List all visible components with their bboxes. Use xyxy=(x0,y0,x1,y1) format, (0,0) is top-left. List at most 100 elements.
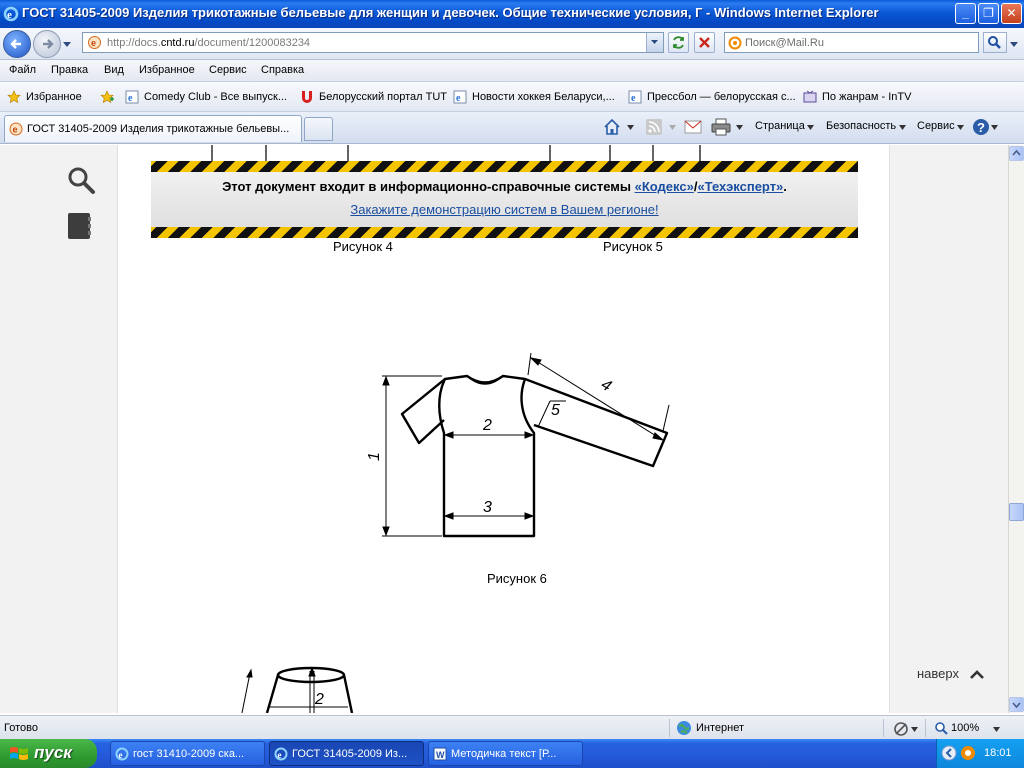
favorite-link[interactable]: e Comedy Club - Все выпуск... xyxy=(125,90,290,106)
search-icon[interactable] xyxy=(66,165,96,195)
figure-6-shirt-drawing: 1 2 3 4 5 xyxy=(366,352,670,538)
zoom-icon[interactable] xyxy=(934,721,948,735)
menu-favorites[interactable]: Избранное xyxy=(139,64,195,76)
chevron-down-icon[interactable] xyxy=(669,124,676,131)
kodeks-link[interactable]: «Кодекс» xyxy=(635,179,694,194)
favorite-link[interactable]: e Прессбол — белорусская с... xyxy=(628,90,800,106)
taskbar-button[interactable]: e гост 31410-2009 ска... xyxy=(110,741,265,766)
search-input[interactable]: Поиск@Mail.Ru xyxy=(724,32,979,53)
ie-logo-icon: e xyxy=(3,6,19,22)
address-bar[interactable]: e http://docs.cntd.ru/document/120008323… xyxy=(82,32,664,53)
favorite-link[interactable]: e Новости хоккея Беларуси,... xyxy=(453,90,625,106)
ie-page-icon: e xyxy=(628,90,642,104)
menu-edit[interactable]: Правка xyxy=(51,64,88,76)
page-content: Этот документ входит в информационно-спр… xyxy=(0,145,1008,713)
ie-page-icon: e xyxy=(125,90,139,104)
chevron-down-icon[interactable] xyxy=(627,124,634,131)
antivirus-icon[interactable] xyxy=(960,745,976,761)
dimension-label: 2 xyxy=(482,417,492,434)
document-icon[interactable] xyxy=(66,211,94,241)
figure-caption: Рисунок 5 xyxy=(603,239,663,254)
svg-text:e: e xyxy=(128,93,133,104)
zoom-level[interactable]: 100% xyxy=(951,722,979,734)
divider xyxy=(883,719,884,737)
add-favorite-button[interactable] xyxy=(100,90,122,106)
dimension-label: 4 xyxy=(598,376,614,395)
hazard-stripe xyxy=(151,161,858,172)
tray-collapse-icon[interactable] xyxy=(941,745,957,761)
arrow-down-icon xyxy=(1012,702,1021,709)
search-options-icon[interactable] xyxy=(1010,40,1018,48)
refresh-button[interactable] xyxy=(668,32,689,53)
chevron-up-icon xyxy=(970,670,984,679)
vertical-scrollbar[interactable] xyxy=(1008,145,1024,713)
page-menu-button[interactable]: Страница xyxy=(755,120,805,132)
menu-help[interactable]: Справка xyxy=(261,64,304,76)
taskbar-button[interactable]: W Методичка текст [Р... xyxy=(428,741,583,766)
window-titlebar[interactable]: e ГОСТ 31405-2009 Изделия трикотажные бе… xyxy=(0,0,1024,28)
menu-bar: Файл Правка Вид Избранное Сервис Справка xyxy=(0,60,1024,82)
home-icon[interactable] xyxy=(603,118,621,136)
menu-file[interactable]: Файл xyxy=(9,64,36,76)
mail-icon[interactable] xyxy=(684,119,702,135)
svg-text:e: e xyxy=(278,750,282,760)
favorite-link[interactable]: Белорусский портал TUT xyxy=(300,90,450,106)
favorite-link[interactable]: По жанрам - InTV xyxy=(803,90,923,106)
tools-menu-button[interactable]: Сервис xyxy=(917,120,955,132)
stop-icon xyxy=(699,37,710,48)
security-zone: Интернет xyxy=(696,722,744,734)
demo-order-link[interactable]: Закажите демонстрацию систем в Вашем рег… xyxy=(151,202,858,217)
figure-caption: Рисунок 4 xyxy=(333,239,393,254)
minimize-button[interactable]: _ xyxy=(955,3,976,24)
chevron-down-icon[interactable] xyxy=(991,124,998,131)
tab-active[interactable]: e ГОСТ 31405-2009 Изделия трикотажные бе… xyxy=(4,115,302,142)
svg-text:e: e xyxy=(119,750,123,760)
chevron-down-icon xyxy=(651,40,658,44)
address-dropdown-button[interactable] xyxy=(646,33,663,52)
address-url[interactable]: http://docs.cntd.ru/document/1200083234 xyxy=(107,37,310,49)
search-placeholder: Поиск@Mail.Ru xyxy=(745,37,824,49)
svg-text:e: e xyxy=(456,93,461,104)
menu-tools[interactable]: Сервис xyxy=(209,64,247,76)
protected-mode-icon[interactable] xyxy=(893,721,909,737)
page-icon: e xyxy=(88,36,101,49)
chevron-down-icon[interactable] xyxy=(736,124,743,131)
safety-menu-button[interactable]: Безопасность xyxy=(826,120,896,132)
clock[interactable]: 18:01 xyxy=(984,747,1012,759)
close-button[interactable]: ✕ xyxy=(1001,3,1022,24)
stop-button[interactable] xyxy=(694,32,715,53)
banner-text: Этот документ входит в информационно-спр… xyxy=(222,179,787,194)
promo-banner: Этот документ входит в информационно-спр… xyxy=(151,161,858,238)
taskbar-button-active[interactable]: e ГОСТ 31405-2009 Из... xyxy=(269,741,424,766)
favorites-center-button[interactable]: Избранное xyxy=(7,90,87,106)
status-text: Готово xyxy=(4,722,38,734)
svg-text:e: e xyxy=(91,38,96,48)
back-button[interactable] xyxy=(3,30,31,58)
add-star-icon xyxy=(100,90,114,104)
divider xyxy=(925,719,926,737)
start-button[interactable]: пуск xyxy=(0,739,97,768)
dimension-label: 2 xyxy=(314,691,324,708)
chevron-down-icon[interactable] xyxy=(911,726,918,733)
tekhekspert-link[interactable]: «Техэксперт» xyxy=(697,179,783,194)
scroll-to-top-link[interactable]: наверх xyxy=(917,666,984,681)
new-tab-button[interactable] xyxy=(304,117,333,141)
scroll-thumb[interactable] xyxy=(1009,503,1024,521)
right-panel xyxy=(889,145,1008,713)
maximize-button[interactable]: ❐ xyxy=(978,3,999,24)
scroll-up-button[interactable] xyxy=(1009,146,1024,161)
print-icon[interactable] xyxy=(711,118,731,136)
system-tray: 18:01 xyxy=(936,739,1024,768)
menu-view[interactable]: Вид xyxy=(104,64,124,76)
search-button[interactable] xyxy=(983,32,1007,53)
forward-button[interactable] xyxy=(33,30,61,58)
tv-icon xyxy=(803,90,817,103)
rss-feed-icon[interactable] xyxy=(645,118,663,136)
help-icon[interactable]: ? xyxy=(971,117,991,137)
history-dropdown-icon[interactable] xyxy=(63,40,71,48)
tab-bar: e ГОСТ 31405-2009 Изделия трикотажные бе… xyxy=(0,112,1024,144)
scroll-down-button[interactable] xyxy=(1009,697,1024,712)
dimension-label: 3 xyxy=(483,499,492,516)
chevron-down-icon[interactable] xyxy=(993,726,1000,733)
windows-logo-icon xyxy=(10,747,28,760)
